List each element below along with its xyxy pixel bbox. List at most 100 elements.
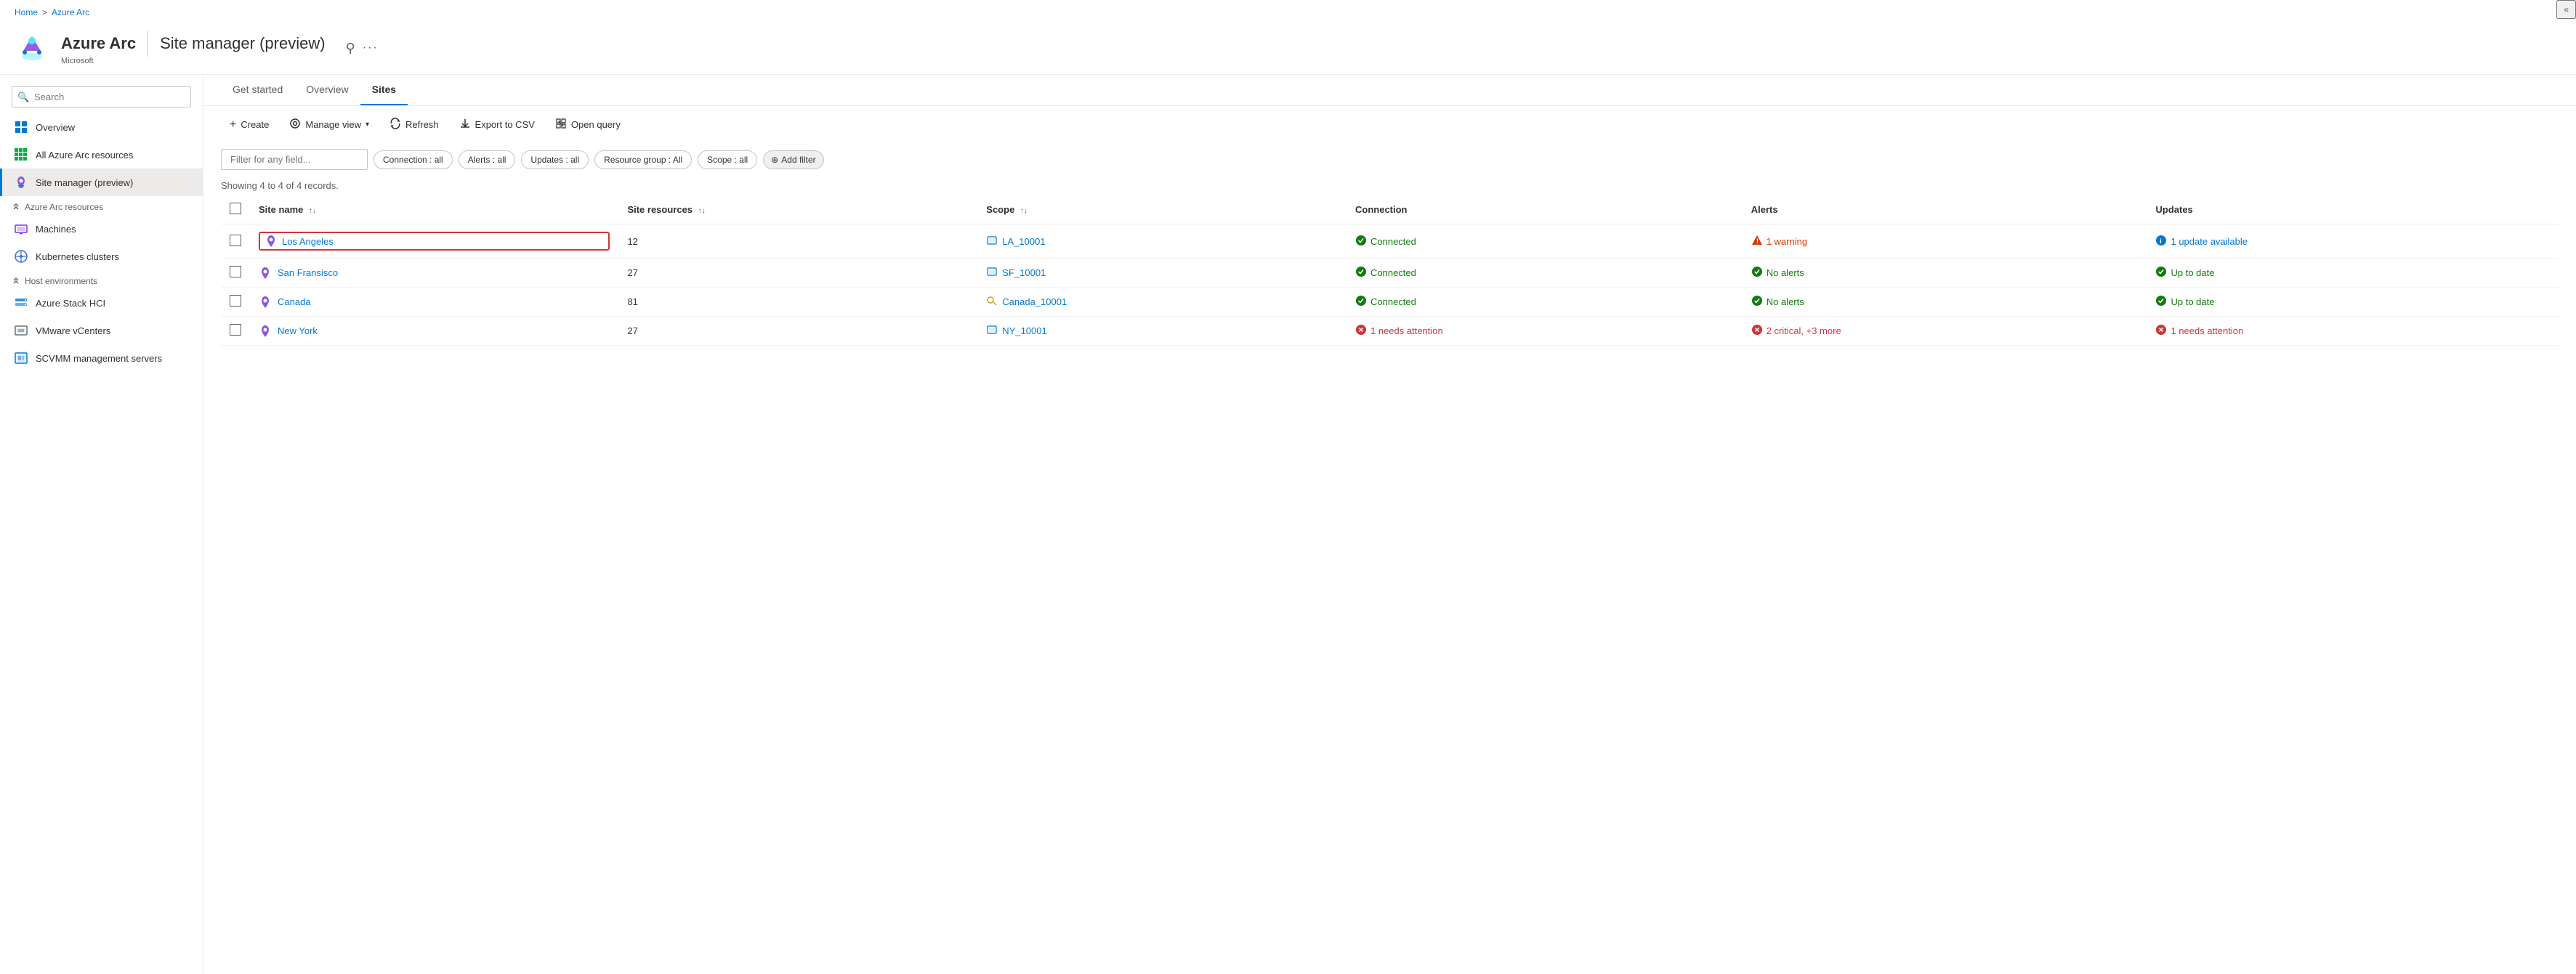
scope-link[interactable]: LA_10001 bbox=[1002, 236, 1045, 247]
scope-cell: SF_10001 bbox=[977, 259, 1346, 288]
manage-view-button[interactable]: Manage view ▾ bbox=[280, 113, 378, 136]
sort-site-resources-icon[interactable]: ↑↓ bbox=[698, 207, 706, 215]
alerts-icon bbox=[1751, 295, 1763, 309]
export-csv-button[interactable]: Export to CSV bbox=[451, 113, 544, 136]
sidebar-item-azure-stack-hci[interactable]: Azure Stack HCI bbox=[0, 289, 203, 317]
site-name-cell: New York bbox=[259, 325, 610, 338]
scope-box-icon bbox=[986, 324, 998, 338]
open-query-icon bbox=[555, 118, 567, 131]
site-name-link[interactable]: New York bbox=[278, 325, 318, 336]
content-area: Get started Overview Sites + Create Mana… bbox=[203, 75, 2576, 974]
filter-input[interactable] bbox=[221, 149, 368, 170]
main-layout: 🔍 « Overview All Azure bbox=[0, 75, 2576, 974]
open-query-button[interactable]: Open query bbox=[546, 113, 629, 136]
alerts-cell: 2 critical, +3 more bbox=[1743, 317, 2147, 346]
sidebar-item-site-manager[interactable]: Site manager (preview) bbox=[0, 169, 203, 196]
updates-link[interactable]: Up to date bbox=[2171, 267, 2214, 278]
sidebar-item-vmware[interactable]: VMware vCenters bbox=[0, 317, 203, 344]
col-site-name: Site name ↑↓ bbox=[250, 195, 618, 224]
updates-icon bbox=[2155, 295, 2167, 309]
row-checkbox[interactable] bbox=[230, 295, 241, 307]
sidebar-section-host-environments[interactable]: Host environments bbox=[0, 270, 203, 289]
updates-link[interactable]: 1 update available bbox=[2171, 236, 2248, 247]
alerts-icon bbox=[1751, 266, 1763, 280]
row-checkbox[interactable] bbox=[230, 324, 241, 336]
updates-icon bbox=[2155, 266, 2167, 280]
create-button[interactable]: + Create bbox=[221, 114, 278, 136]
overview-icon bbox=[14, 120, 28, 134]
sidebar-item-kubernetes[interactable]: Kubernetes clusters bbox=[0, 243, 203, 270]
sidebar-item-all-resources[interactable]: All Azure Arc resources bbox=[0, 141, 203, 169]
more-options-icon[interactable]: ··· bbox=[363, 41, 379, 54]
alerts-cell: No alerts bbox=[1743, 288, 2147, 317]
sidebar-item-overview[interactable]: Overview bbox=[0, 113, 203, 141]
site-name-link[interactable]: Los Angeles bbox=[282, 236, 334, 247]
breadcrumb-current[interactable]: Azure Arc bbox=[52, 7, 89, 17]
filter-resource-group[interactable]: Resource group : All bbox=[594, 150, 692, 169]
alerts-link[interactable]: 1 warning bbox=[1767, 236, 1807, 247]
alerts-link[interactable]: No alerts bbox=[1767, 267, 1804, 278]
scope-key-icon bbox=[986, 295, 998, 309]
svg-text:!: ! bbox=[1756, 238, 1759, 245]
scvmm-icon bbox=[14, 351, 28, 365]
add-filter-button[interactable]: ⊕ Add filter bbox=[763, 150, 823, 169]
updates-link[interactable]: 1 needs attention bbox=[2171, 325, 2243, 336]
refresh-label: Refresh bbox=[405, 119, 439, 130]
breadcrumb-home[interactable]: Home bbox=[15, 7, 38, 17]
sort-site-name-icon[interactable]: ↑↓ bbox=[309, 207, 316, 215]
col-site-resources: Site resources ↑↓ bbox=[618, 195, 977, 224]
filter-alerts[interactable]: Alerts : all bbox=[459, 150, 516, 169]
filter-connection[interactable]: Connection : all bbox=[374, 150, 453, 169]
sidebar-item-machines[interactable]: Machines bbox=[0, 215, 203, 243]
refresh-icon bbox=[389, 118, 401, 131]
updates-cell: Up to date bbox=[2147, 288, 2559, 317]
row-checkbox[interactable] bbox=[230, 266, 241, 277]
connection-status-text: Connected bbox=[1370, 267, 1416, 278]
scope-cell: LA_10001 bbox=[977, 224, 1346, 259]
tab-sites[interactable]: Sites bbox=[360, 75, 408, 105]
updates-link[interactable]: Up to date bbox=[2171, 296, 2214, 307]
alerts-link[interactable]: No alerts bbox=[1767, 296, 1804, 307]
alerts-icon: ! bbox=[1751, 235, 1763, 248]
scope-link[interactable]: SF_10001 bbox=[1002, 267, 1046, 278]
header-title-section: Azure Arc Site manager (preview) Microso… bbox=[61, 31, 326, 65]
filter-scope[interactable]: Scope : all bbox=[698, 150, 757, 169]
sites-table: Site name ↑↓ Site resources ↑↓ Scope ↑↓ … bbox=[221, 195, 2559, 346]
tab-get-started[interactable]: Get started bbox=[221, 75, 294, 105]
hci-icon bbox=[14, 296, 28, 310]
filter-updates[interactable]: Updates : all bbox=[521, 150, 589, 169]
connection-status-icon bbox=[1355, 235, 1367, 248]
scope-cell: NY_10001 bbox=[977, 317, 1346, 346]
connection-status-text: Connected bbox=[1370, 296, 1416, 307]
alerts-link[interactable]: 2 critical, +3 more bbox=[1767, 325, 1841, 336]
export-csv-label: Export to CSV bbox=[475, 119, 535, 130]
sort-scope-icon[interactable]: ↑↓ bbox=[1020, 207, 1027, 215]
site-name-cell: Canada bbox=[259, 296, 610, 309]
sidebar-item-scvmm[interactable]: SCVMM management servers bbox=[0, 344, 203, 372]
search-input[interactable] bbox=[12, 86, 191, 107]
scope-link[interactable]: Canada_10001 bbox=[1002, 296, 1067, 307]
sidebar-item-kubernetes-label: Kubernetes clusters bbox=[36, 251, 119, 262]
site-name-link[interactable]: Canada bbox=[278, 296, 311, 307]
pin-icon[interactable]: ⚲ bbox=[346, 41, 355, 56]
sidebar-section-azure-arc-resources[interactable]: Azure Arc resources bbox=[0, 196, 203, 215]
site-name-link[interactable]: San Fransisco bbox=[278, 267, 338, 278]
site-manager-icon bbox=[14, 175, 28, 190]
add-filter-label: Add filter bbox=[781, 155, 815, 165]
select-all-checkbox[interactable] bbox=[230, 203, 241, 214]
scope-link[interactable]: NY_10001 bbox=[1002, 325, 1046, 336]
sidebar-item-vmware-label: VMware vCenters bbox=[36, 325, 110, 336]
tab-bar: Get started Overview Sites bbox=[203, 75, 2576, 106]
site-name-highlight: Los Angeles bbox=[259, 232, 610, 251]
scope-box-icon bbox=[986, 266, 998, 280]
tab-overview[interactable]: Overview bbox=[294, 75, 360, 105]
scope-box-icon bbox=[986, 235, 998, 248]
row-checkbox[interactable] bbox=[230, 235, 241, 246]
connection-cell: Connected bbox=[1346, 288, 1743, 317]
app-name: Azure Arc bbox=[61, 34, 136, 53]
updates-icon: i bbox=[2155, 235, 2167, 248]
refresh-button[interactable]: Refresh bbox=[381, 113, 448, 136]
manage-view-label: Manage view bbox=[305, 119, 361, 130]
page-header: Azure Arc Site manager (preview) Microso… bbox=[0, 25, 2576, 75]
resources-icon bbox=[14, 147, 28, 162]
